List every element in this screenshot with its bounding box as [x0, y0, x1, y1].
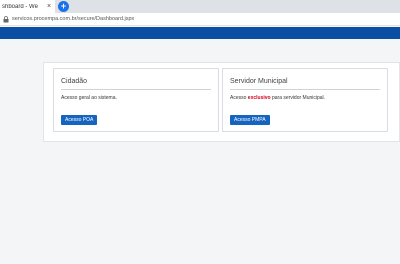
card-divider: [61, 89, 211, 90]
description-emphasis: exclusivo: [247, 95, 271, 101]
access-panel: Cidadão Acesso geral ao sistema. Acesso …: [43, 62, 400, 142]
card-servidor-municipal: Servidor Municipal Acesso exclusivo para…: [222, 68, 388, 132]
card-description: Acesso geral ao sistema.: [61, 95, 117, 101]
card-description: Acesso exclusivo para servidor Municipal…: [230, 95, 325, 101]
card-title: Cidadão: [61, 78, 88, 85]
lock-icon: [3, 15, 9, 22]
new-tab-button[interactable]: +: [58, 1, 69, 12]
acesso-poa-button[interactable]: Acesso POA: [61, 115, 98, 125]
address-bar[interactable]: servicos.procempa.com.br/secure/Dashboar…: [0, 13, 400, 26]
url-text[interactable]: servicos.procempa.com.br/secure/Dashboar…: [12, 16, 134, 22]
top-navigation-bar: [0, 27, 400, 39]
card-divider: [230, 89, 380, 90]
description-prefix: Acesso: [230, 95, 248, 101]
description-suffix: para servidor Municipal.: [270, 95, 326, 101]
tab-title: shboard - We: [2, 3, 38, 10]
card-cidadao: Cidadão Acesso geral ao sistema. Acesso …: [53, 68, 219, 132]
close-icon[interactable]: ×: [45, 0, 53, 13]
card-title: Servidor Municipal: [230, 78, 288, 85]
browser-tab[interactable]: shboard - We ×: [0, 0, 55, 13]
browser-tab-bar: shboard - We × +: [0, 0, 400, 13]
acesso-pmpa-button[interactable]: Acesso PMPA: [230, 115, 270, 125]
